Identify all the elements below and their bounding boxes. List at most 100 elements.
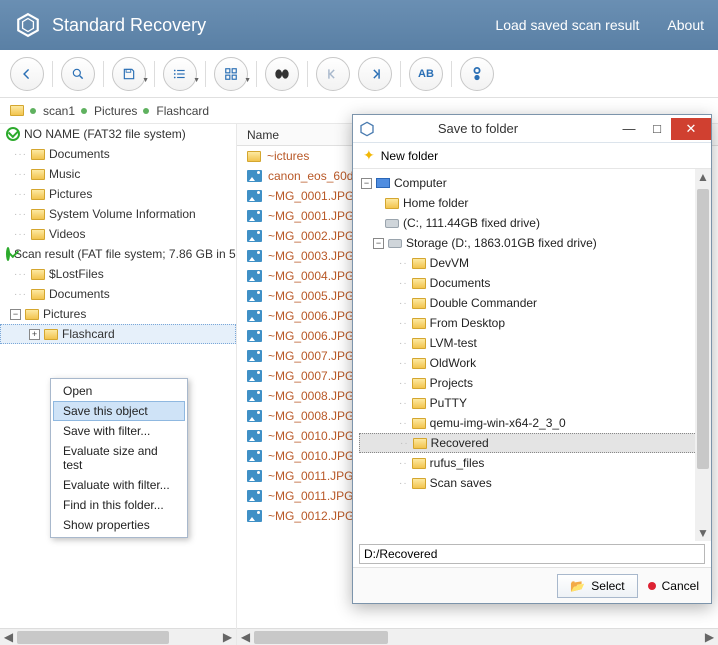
scroll-left-icon[interactable]: ◀ [237,629,254,645]
close-button[interactable]: ✕ [671,118,711,140]
menu-load-result[interactable]: Load saved scan result [495,17,639,33]
tree-item[interactable]: ··Double Commander [359,293,707,313]
file-name: ~MG_0006.JPG [268,329,354,343]
context-menu-item[interactable]: Open [53,381,185,401]
folder-icon [247,151,261,162]
breadcrumb-item[interactable]: Pictures [81,104,137,118]
find-button[interactable] [265,57,299,91]
tree-item[interactable]: Home folder [359,193,707,213]
tree-item[interactable]: ···Videos [0,224,236,244]
tree-item[interactable]: ··Documents [359,273,707,293]
image-icon [247,430,262,442]
folder-icon [412,378,426,389]
folder-icon [412,458,426,469]
cancel-button[interactable]: Cancel [648,579,699,593]
grid-view-button[interactable]: ▼ [214,57,248,91]
folder-icon [10,105,24,116]
tree-item[interactable]: ··DevVM [359,253,707,273]
tree-item[interactable]: ··Projects [359,373,707,393]
select-button[interactable]: 📂Select [557,574,637,598]
check-icon [6,247,10,261]
folder-icon [412,278,426,289]
tree-item[interactable]: ··Recovered [359,433,707,453]
image-icon [247,510,262,522]
file-name: ~MG_0007.JPG [268,369,354,383]
list-view-button[interactable]: ▼ [163,57,197,91]
tree-item[interactable]: ···Documents [0,284,236,304]
tree-item[interactable]: ···System Volume Information [0,204,236,224]
tree-item[interactable]: ··LVM-test [359,333,707,353]
minimize-button[interactable]: — [615,118,643,140]
scroll-right-icon[interactable]: ▶ [219,629,236,645]
list-hscrollbar[interactable]: ◀ ▶ [237,628,718,645]
tree-item[interactable]: ···$LostFiles [0,264,236,284]
context-menu-item[interactable]: Show properties [53,515,185,535]
app-title: Standard Recovery [52,15,206,36]
tree-item-selected[interactable]: +Flashcard [0,324,236,344]
dialog-vscrollbar[interactable]: ▲ ▼ [695,169,711,541]
tree-item-computer[interactable]: −Computer [359,173,707,193]
back-button[interactable] [10,57,44,91]
toolbar: ▼ ▼ ▼ AB [0,50,718,98]
file-name: ~MG_0011.JPG [268,469,354,483]
context-menu-item[interactable]: Evaluate with filter... [53,475,185,495]
file-name: ~MG_0010.JPG [268,429,354,443]
breadcrumb-item[interactable]: scan1 [30,104,75,118]
tree-item[interactable]: ··Scan saves [359,473,707,493]
tree-item[interactable]: ··From Desktop [359,313,707,333]
tree-item-drive[interactable]: (C:, 111.44GB fixed drive) [359,213,707,233]
image-icon [247,490,262,502]
tree-item[interactable]: ···Pictures [0,184,236,204]
tree-item[interactable]: ··qemu-img-win-x64-2_3_0 [359,413,707,433]
folder-icon [412,338,426,349]
tree-item-drive[interactable]: −Storage (D:, 1863.01GB fixed drive) [359,233,707,253]
new-folder-button[interactable]: ✦ New folder [353,143,711,169]
search-button[interactable] [61,57,95,91]
path-input[interactable] [359,544,705,564]
folder-icon [385,198,399,209]
next-button[interactable] [358,57,392,91]
tree-scan-result[interactable]: Scan result (FAT file system; 7.86 GB in… [0,244,236,264]
folder-icon [31,189,45,200]
tree-hscrollbar[interactable]: ◀ ▶ [0,628,236,645]
file-name: ~MG_0007.JPG [268,349,354,363]
prev-button[interactable] [316,57,350,91]
scroll-up-icon[interactable]: ▲ [695,169,711,185]
collapse-icon[interactable]: − [10,309,21,320]
folder-icon [412,398,426,409]
tree-volume[interactable]: NO NAME (FAT32 file system) [0,124,236,144]
expand-icon[interactable]: + [29,329,40,340]
case-button[interactable]: AB [409,57,443,91]
tree-item[interactable]: ··PuTTY [359,393,707,413]
tree-item[interactable]: ··rufus_files [359,453,707,473]
context-menu-item[interactable]: Evaluate size and test [53,441,185,475]
scroll-thumb[interactable] [697,189,709,469]
tree-item[interactable]: ··OldWork [359,353,707,373]
dialog-titlebar[interactable]: Save to folder — □ ✕ [353,115,711,143]
tree-item[interactable]: ···Music [0,164,236,184]
breadcrumb-item[interactable]: Flashcard [143,104,209,118]
scroll-left-icon[interactable]: ◀ [0,629,17,645]
tree-item[interactable]: −Pictures [0,304,236,324]
folder-icon [412,298,426,309]
tree-item[interactable]: ···Documents [0,144,236,164]
scroll-down-icon[interactable]: ▼ [695,525,711,541]
maximize-button[interactable]: □ [643,118,671,140]
dialog-path-field [353,541,711,567]
file-name: ~MG_0008.JPG [268,409,354,423]
menu-about[interactable]: About [667,17,704,33]
dialog-button-bar: 📂Select Cancel [353,567,711,603]
image-icon [247,190,262,202]
save-button[interactable]: ▼ [112,57,146,91]
context-menu-item[interactable]: Save this object [53,401,185,421]
context-menu-item[interactable]: Find in this folder... [53,495,185,515]
collapse-icon[interactable]: − [373,238,384,249]
tags-button[interactable] [460,57,494,91]
context-menu-item[interactable]: Save with filter... [53,421,185,441]
scroll-right-icon[interactable]: ▶ [701,629,718,645]
folder-icon [44,329,58,340]
collapse-icon[interactable]: − [361,178,372,189]
image-icon [247,230,262,242]
dropdown-caret-icon: ▼ [193,77,200,84]
context-menu: OpenSave this objectSave with filter...E… [50,378,188,538]
